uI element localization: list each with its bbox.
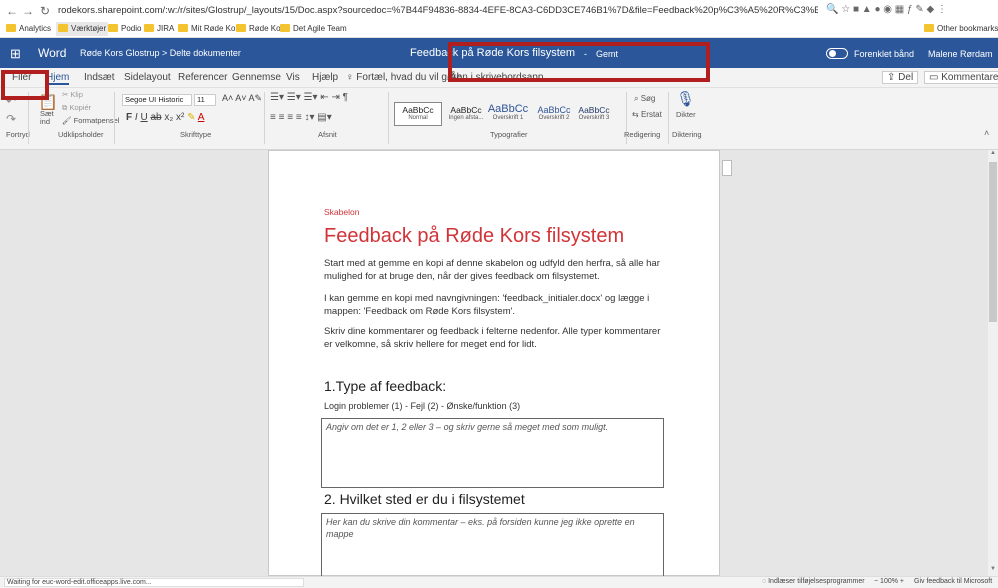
address-bar[interactable]: rodekors.sharepoint.com/:w:/r/sites/Glos… [58, 3, 818, 19]
user-name[interactable]: Malene Rørdam [928, 49, 993, 59]
reload-icon[interactable]: ↻ [40, 4, 50, 18]
zoom-control[interactable]: − 100% + [874, 578, 904, 585]
status-loading: Waiting for euc-word-edit.officeapps.liv… [4, 578, 304, 587]
dictate-button[interactable]: Dikter [676, 110, 696, 119]
editing-group-label: Redigering [624, 130, 661, 139]
status-bar: Waiting for euc-word-edit.officeapps.liv… [0, 576, 998, 588]
paragraph-2: I kan gemme en kopi med navngivningen: '… [324, 293, 650, 317]
redo-icon[interactable]: ↷ [6, 112, 16, 126]
bookmark-analytics[interactable]: Analytics [6, 22, 51, 36]
tab-hjem[interactable]: Hjem [46, 72, 70, 85]
scrollbar-thumb[interactable] [989, 162, 997, 322]
bookmark-jira[interactable]: JIRA [144, 22, 174, 36]
annotation-box-filer [1, 70, 49, 100]
paragraph-3: Skriv dine kommentarer og feedback i fel… [324, 326, 661, 350]
document-heading: Feedback på Røde Kors filsystem [324, 225, 625, 247]
ribbon-home: ↶ ↷ Fortryd 📋 Sæt ind ✂ Klip ⧉ Kopiér 🖌 … [0, 88, 998, 150]
font-size-select[interactable]: 11 [194, 94, 216, 106]
paste-button[interactable]: Sæt ind [40, 110, 58, 126]
bookmark-mit-rode-kors[interactable]: Mit Røde Kors [178, 22, 242, 36]
document-canvas: Skabelon Feedback på Røde Kors filsystem… [0, 150, 988, 577]
heading-1: 1.Type af feedback: [324, 378, 447, 394]
font-grow-shrink-icons[interactable]: A˄ A˅ A✎ [222, 93, 262, 104]
collapse-ribbon-icon[interactable]: ˄ [984, 128, 989, 138]
bookmark-other[interactable]: Other bookmarks [924, 22, 998, 36]
addins-status: ◌ Indlæser tilføjelsesprogrammer [762, 578, 865, 585]
bookmark-vaerktojer[interactable]: Værktøjer [56, 22, 109, 36]
simplified-ribbon-toggle[interactable] [826, 48, 848, 59]
location-field[interactable]: Her kan du skrive din kommentar – eks. p… [321, 513, 664, 577]
style-heading-1[interactable]: AaBbCc Overskrift 1 [480, 102, 536, 126]
find-button[interactable]: ⌕ Søg [634, 94, 655, 104]
browser-chrome: ← → ↻ rodekors.sharepoint.com/:w:/r/site… [0, 0, 998, 38]
browser-toolbar-icons[interactable]: 🔍 ☆ ■ ▲ ● ◉ ▦ ƒ ✎ ◆ ⋮ [826, 4, 986, 18]
document-page[interactable]: Skabelon Feedback på Røde Kors filsystem… [268, 150, 720, 577]
bookmark-agile-team[interactable]: Det Agile Team [280, 22, 347, 36]
replace-button[interactable]: ⇆ Erstat [632, 110, 662, 119]
tab-hjaelp[interactable]: Hjælp [312, 72, 338, 83]
comments-button[interactable]: ▭ Kommentarer [924, 71, 998, 84]
lightbulb-icon: ♀ [346, 72, 357, 83]
tell-me-search[interactable]: ♀ Fortæl, hvad du vil gøre [346, 72, 462, 83]
tab-sidelayout[interactable]: Sidelayout [124, 72, 171, 83]
app-name[interactable]: Word [38, 46, 66, 60]
dictate-group-label: Diktering [672, 130, 702, 139]
list-indent-icons[interactable]: ☰▾ ☰▾ ☰▾ ⇤ ⇥ ¶ [270, 92, 348, 103]
style-heading-3[interactable]: AaBbCc Overskrift 3 [570, 102, 618, 126]
align-icons[interactable]: ≡ ≡ ≡ ≡ ↕▾ ▤▾ [270, 112, 332, 123]
breadcrumb[interactable]: Røde Kors Glostrup > Delte dokumenter [80, 48, 241, 58]
feedback-link[interactable]: Giv feedback til Microsoft [914, 578, 992, 585]
template-tag: Skabelon [324, 207, 360, 217]
style-normal[interactable]: AaBbCc Normal [394, 102, 442, 126]
app-launcher-icon[interactable]: ⊞ [10, 46, 21, 62]
copy-button[interactable]: ⧉ Kopiér [62, 103, 91, 113]
heading-1-subtitle: Login problemer (1) - Fejl (2) - Ønske/f… [324, 401, 521, 411]
styles-group-label: Typografier [490, 130, 528, 139]
font-format-icons[interactable]: F I U ab x₂ x² ✎ A [126, 112, 204, 123]
undo-group-label: Fortryd [6, 130, 30, 139]
format-painter-button[interactable]: 🖌 Formatpensel [62, 116, 119, 125]
annotation-box-title [448, 42, 710, 82]
cut-button[interactable]: ✂ Klip [62, 90, 83, 99]
forward-icon[interactable]: → [22, 4, 34, 18]
bookmark-podio[interactable]: Podio [108, 22, 141, 36]
microphone-icon[interactable]: 🎙 [676, 90, 695, 108]
clipboard-group-label: Udklipsholder [58, 130, 104, 139]
comment-marker[interactable] [722, 160, 732, 176]
tab-referencer[interactable]: Referencer [178, 72, 227, 83]
feedback-type-field[interactable]: Angiv om det er 1, 2 eller 3 – og skriv … [321, 418, 664, 488]
share-button[interactable]: ⇪ Del [882, 71, 919, 84]
font-name-select[interactable]: Segoe UI Historic [122, 94, 192, 106]
tab-gennemse[interactable]: Gennemse [232, 72, 281, 83]
scroll-down-icon[interactable]: ▼ [989, 566, 997, 574]
comment-icon: ▭ [929, 72, 942, 83]
paragraph-1: Start med at gemme en kopi af denne skab… [324, 258, 660, 282]
vertical-scrollbar[interactable]: ▲ ▼ [988, 150, 998, 576]
paragraph-group-label: Afsnit [318, 130, 337, 139]
heading-2: 2. Hvilket sted er du i filsystemet [324, 491, 525, 507]
simplified-ribbon-label: Forenklet bånd [854, 49, 915, 59]
tab-vis[interactable]: Vis [286, 72, 300, 83]
back-icon[interactable]: ← [6, 4, 18, 18]
scroll-up-icon[interactable]: ▲ [989, 150, 997, 158]
font-group-label: Skrifttype [180, 130, 212, 139]
share-icon: ⇪ [887, 72, 899, 83]
tab-indsaet[interactable]: Indsæt [84, 72, 115, 83]
